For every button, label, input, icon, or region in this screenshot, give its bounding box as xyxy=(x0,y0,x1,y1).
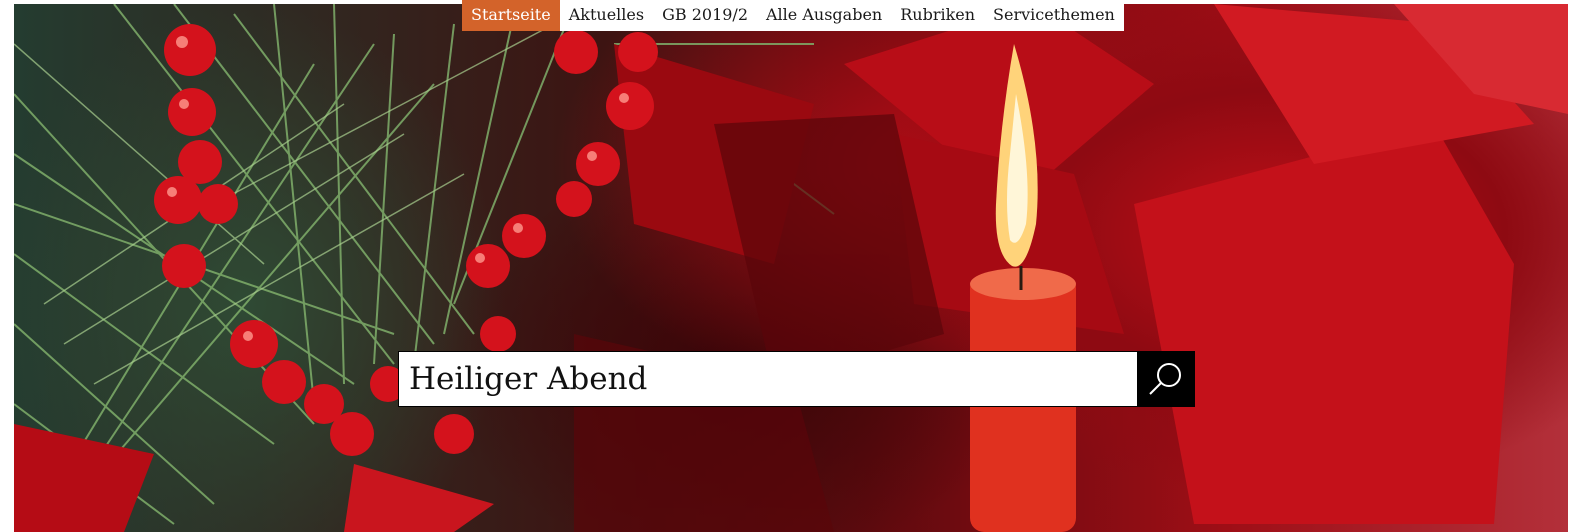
nav-item-gb-2019-2[interactable]: GB 2019/2 xyxy=(653,0,757,31)
nav-item-label: Rubriken xyxy=(900,4,976,24)
nav-item-startseite[interactable]: Startseite xyxy=(462,0,560,31)
search-bar xyxy=(398,351,1195,407)
nav-item-label: Aktuelles xyxy=(568,4,645,24)
nav-item-servicethemen[interactable]: Servicethemen xyxy=(984,0,1124,31)
nav-item-aktuelles[interactable]: Aktuelles xyxy=(560,0,653,31)
search-button[interactable] xyxy=(1137,351,1195,407)
nav-item-rubriken[interactable]: Rubriken xyxy=(891,0,984,31)
christmas-scene xyxy=(14,4,1568,532)
nav-item-alle-ausgaben[interactable]: Alle Ausgaben xyxy=(757,0,891,31)
nav-item-label: Alle Ausgaben xyxy=(766,4,883,24)
nav-item-label: GB 2019/2 xyxy=(662,4,748,24)
main-navigation: Startseite Aktuelles GB 2019/2 Alle Ausg… xyxy=(462,0,1124,31)
search-icon xyxy=(1149,363,1181,395)
nav-item-label: Startseite xyxy=(471,4,551,24)
search-input[interactable] xyxy=(398,351,1137,407)
hero-image xyxy=(14,4,1568,532)
nav-item-label: Servicethemen xyxy=(993,4,1115,24)
